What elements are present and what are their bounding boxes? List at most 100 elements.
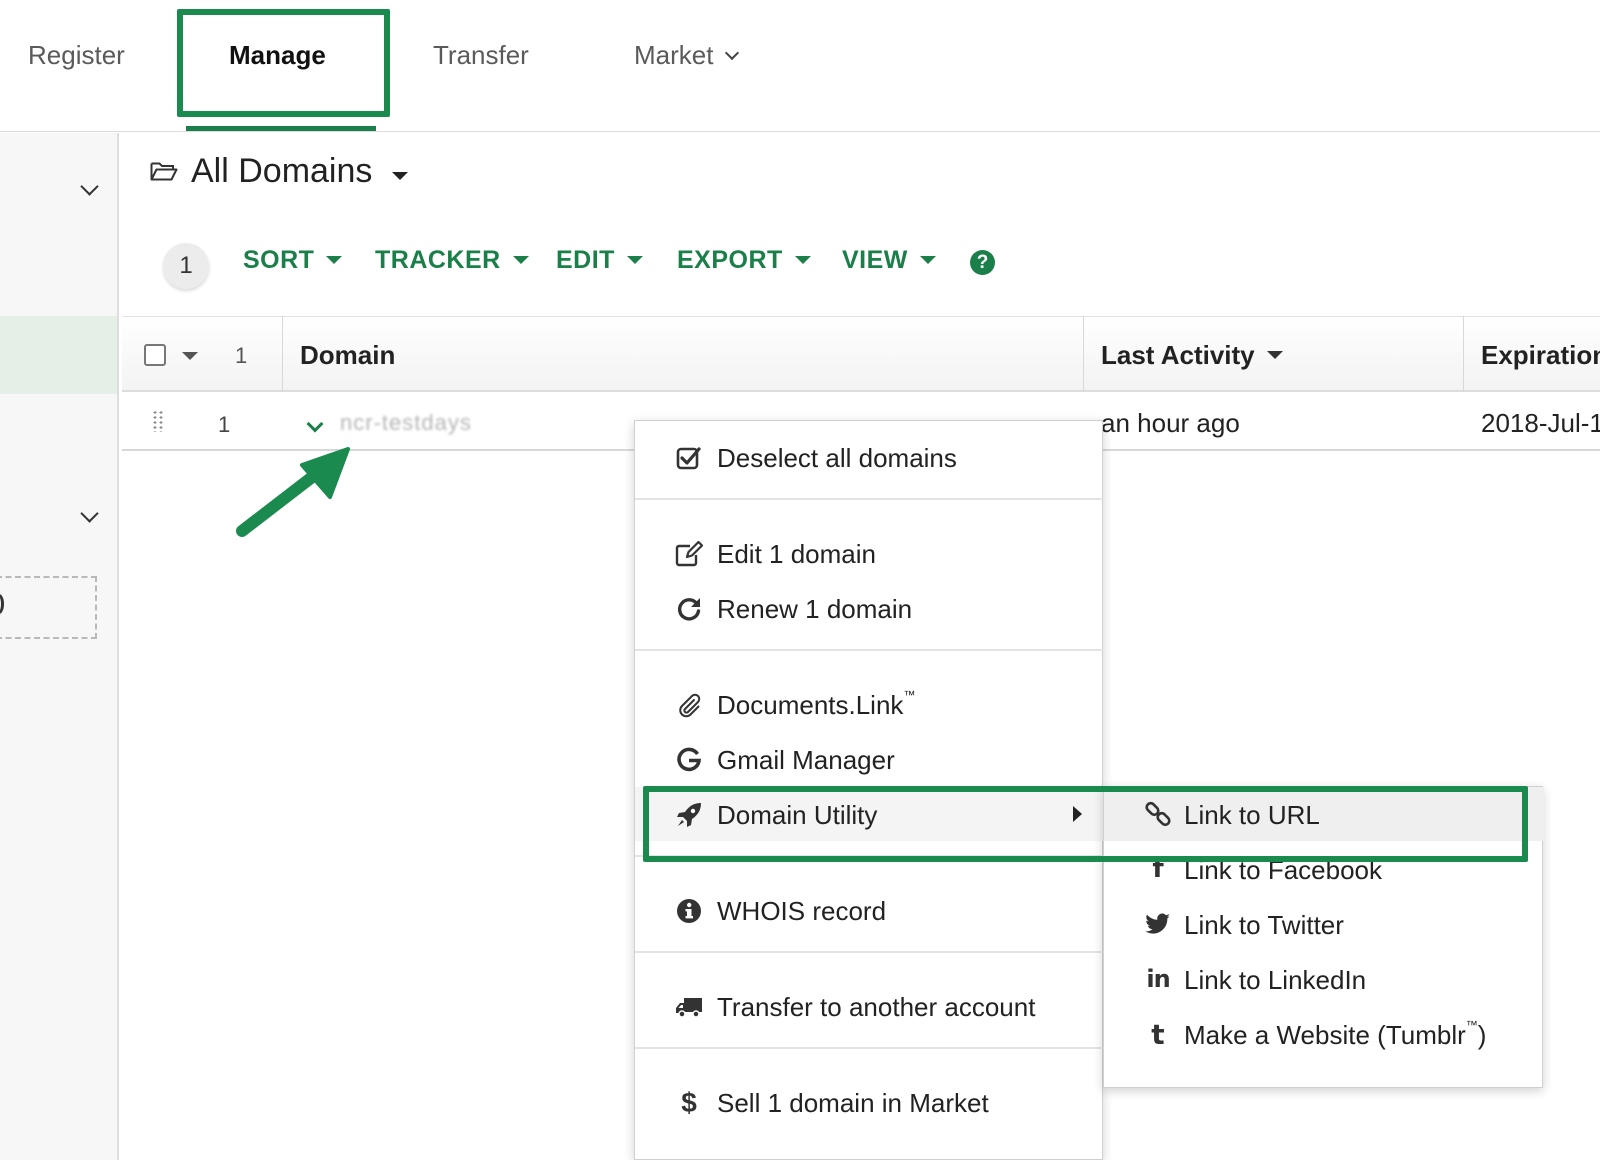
header-selected-count: 1 [235, 343, 248, 368]
submenu-arrow-icon [1073, 806, 1082, 822]
row-domain-name[interactable]: ncr-testdays [340, 410, 472, 436]
menu-item-label: Documents.Link™ [717, 688, 916, 721]
menu-item-label: Deselect all domains [717, 443, 957, 473]
sidebar-active-item[interactable] [0, 316, 117, 394]
renew-icon [675, 595, 703, 623]
caret-down-icon [626, 256, 643, 264]
sort-label: SORT [243, 246, 315, 274]
dollar-icon: $ [681, 1087, 697, 1118]
paperclip-icon [675, 691, 703, 719]
export-button[interactable]: EXPORT [677, 246, 811, 275]
submenu-item-link-to-url[interactable]: Link to URL [1104, 787, 1544, 841]
sidebar-collapse-chevron-icon[interactable] [80, 177, 99, 196]
caret-down-icon [919, 256, 936, 264]
tab-market[interactable]: Market [634, 40, 740, 71]
column-header-last-activity-label: Last Activity [1101, 340, 1255, 370]
menu-item-label: Gmail Manager [717, 745, 895, 775]
tracker-button[interactable]: TRACKER [375, 246, 529, 275]
column-header-domain[interactable]: Domain [300, 340, 395, 371]
active-tab-indicator [186, 126, 376, 131]
row-number: 1 [218, 412, 231, 437]
menu-item-domain-utility[interactable]: Domain Utility [635, 787, 1104, 841]
menu-item-renew-domain[interactable]: Renew 1 domain [635, 581, 1104, 635]
domain-context-menu: Deselect all domains Edit 1 domain Renew… [634, 420, 1104, 1160]
menu-item-whois-record[interactable]: WHOIS record [635, 883, 1104, 937]
column-header-expiration[interactable]: Expiration [1481, 340, 1600, 371]
google-icon [675, 746, 703, 774]
annotation-highlight-manage [177, 9, 390, 117]
checkbox-checked-icon [675, 444, 703, 472]
export-label: EXPORT [677, 246, 783, 274]
info-icon [675, 897, 703, 925]
domain-utility-submenu: Link to URL f Link to Facebook Link to T… [1103, 786, 1544, 1088]
select-options-caret-icon[interactable] [182, 352, 198, 360]
annotation-arrow-icon [236, 447, 350, 537]
trademark-mark: ™ [1465, 1018, 1478, 1032]
caret-down-icon [326, 256, 343, 264]
column-divider[interactable] [1083, 316, 1084, 392]
menu-item-label: Sell 1 domain in Market [717, 1088, 989, 1118]
menu-item-deselect-all[interactable]: Deselect all domains [635, 430, 1104, 484]
page-title[interactable]: All Domains [191, 152, 372, 191]
trademark-mark: ™ [903, 688, 916, 702]
submenu-item-label: Link to URL [1184, 800, 1320, 830]
rocket-icon [675, 801, 703, 829]
menu-item-sell-domain[interactable]: $ Sell 1 domain in Market [635, 1075, 1104, 1129]
tab-transfer[interactable]: Transfer [433, 40, 529, 71]
selected-count-badge: 1 [163, 243, 209, 289]
menu-divider [635, 649, 1104, 651]
edit-icon [675, 540, 703, 568]
truck-icon [675, 993, 703, 1021]
linkedin-icon: in [1146, 965, 1170, 993]
menu-item-gmail-manager[interactable]: Gmail Manager [635, 732, 1104, 786]
folder-open-icon [150, 162, 178, 181]
row-expiration: 2018-Jul-1 [1481, 408, 1600, 438]
select-all-checkbox[interactable] [144, 344, 166, 366]
menu-item-edit-domain[interactable]: Edit 1 domain [635, 526, 1104, 580]
sidebar [0, 133, 119, 1160]
menu-item-label: Domain Utility [717, 800, 878, 830]
submenu-item-label: Make a Website (Tumblr™) [1184, 1018, 1487, 1051]
menu-divider [635, 1047, 1104, 1049]
link-icon [1144, 800, 1172, 828]
edit-button[interactable]: EDIT [556, 246, 643, 275]
column-divider[interactable] [1463, 316, 1464, 392]
menu-item-transfer-account[interactable]: Transfer to another account [635, 979, 1104, 1033]
menu-item-label: Renew 1 domain [717, 594, 913, 624]
submenu-item-label: Link to Twitter [1184, 910, 1344, 940]
submenu-item-label: Link to Facebook [1184, 855, 1383, 885]
menu-item-documents-link[interactable]: Documents.Link™ [635, 677, 1104, 731]
chevron-down-icon [725, 45, 740, 61]
submenu-item-make-website-tumblr[interactable]: t Make a Website (Tumblr™) [1104, 1007, 1544, 1061]
menu-divider [635, 855, 1104, 857]
column-header-last-activity[interactable]: Last Activity [1101, 340, 1283, 371]
menu-divider [635, 498, 1104, 500]
tab-market-label: Market [634, 40, 714, 70]
title-dropdown-caret-icon[interactable] [392, 172, 408, 180]
submenu-item-link-to-linkedin[interactable]: in Link to LinkedIn [1104, 952, 1544, 1006]
menu-divider [635, 951, 1104, 953]
view-button[interactable]: VIEW [842, 246, 936, 275]
view-label: VIEW [842, 246, 908, 274]
tab-register[interactable]: Register [28, 40, 125, 71]
edit-label: EDIT [556, 246, 615, 274]
sidebar-drop-zone[interactable] [0, 576, 97, 639]
submenu-item-suffix: ) [1477, 1020, 1487, 1050]
menu-item-label: Transfer to another account [717, 992, 1036, 1022]
submenu-item-link-to-facebook[interactable]: f Link to Facebook [1104, 842, 1544, 896]
row-last-activity: an hour ago [1101, 408, 1240, 438]
menu-item-label: WHOIS record [717, 896, 887, 926]
submenu-item-link-to-twitter[interactable]: Link to Twitter [1104, 897, 1544, 951]
sort-button[interactable]: SORT [243, 246, 343, 275]
caret-down-icon [794, 256, 811, 264]
drag-handle-icon[interactable] [152, 410, 164, 432]
twitter-icon [1144, 910, 1172, 938]
submenu-item-text: Make a Website (Tumblr [1184, 1020, 1466, 1050]
caret-down-icon [512, 256, 529, 264]
help-icon[interactable]: ? [970, 250, 995, 275]
sidebar-collapse-chevron-icon[interactable] [80, 504, 99, 523]
menu-item-text: Documents.Link [717, 690, 904, 720]
tracker-label: TRACKER [375, 246, 501, 274]
submenu-item-label: Link to LinkedIn [1184, 965, 1367, 995]
column-divider [282, 316, 283, 392]
